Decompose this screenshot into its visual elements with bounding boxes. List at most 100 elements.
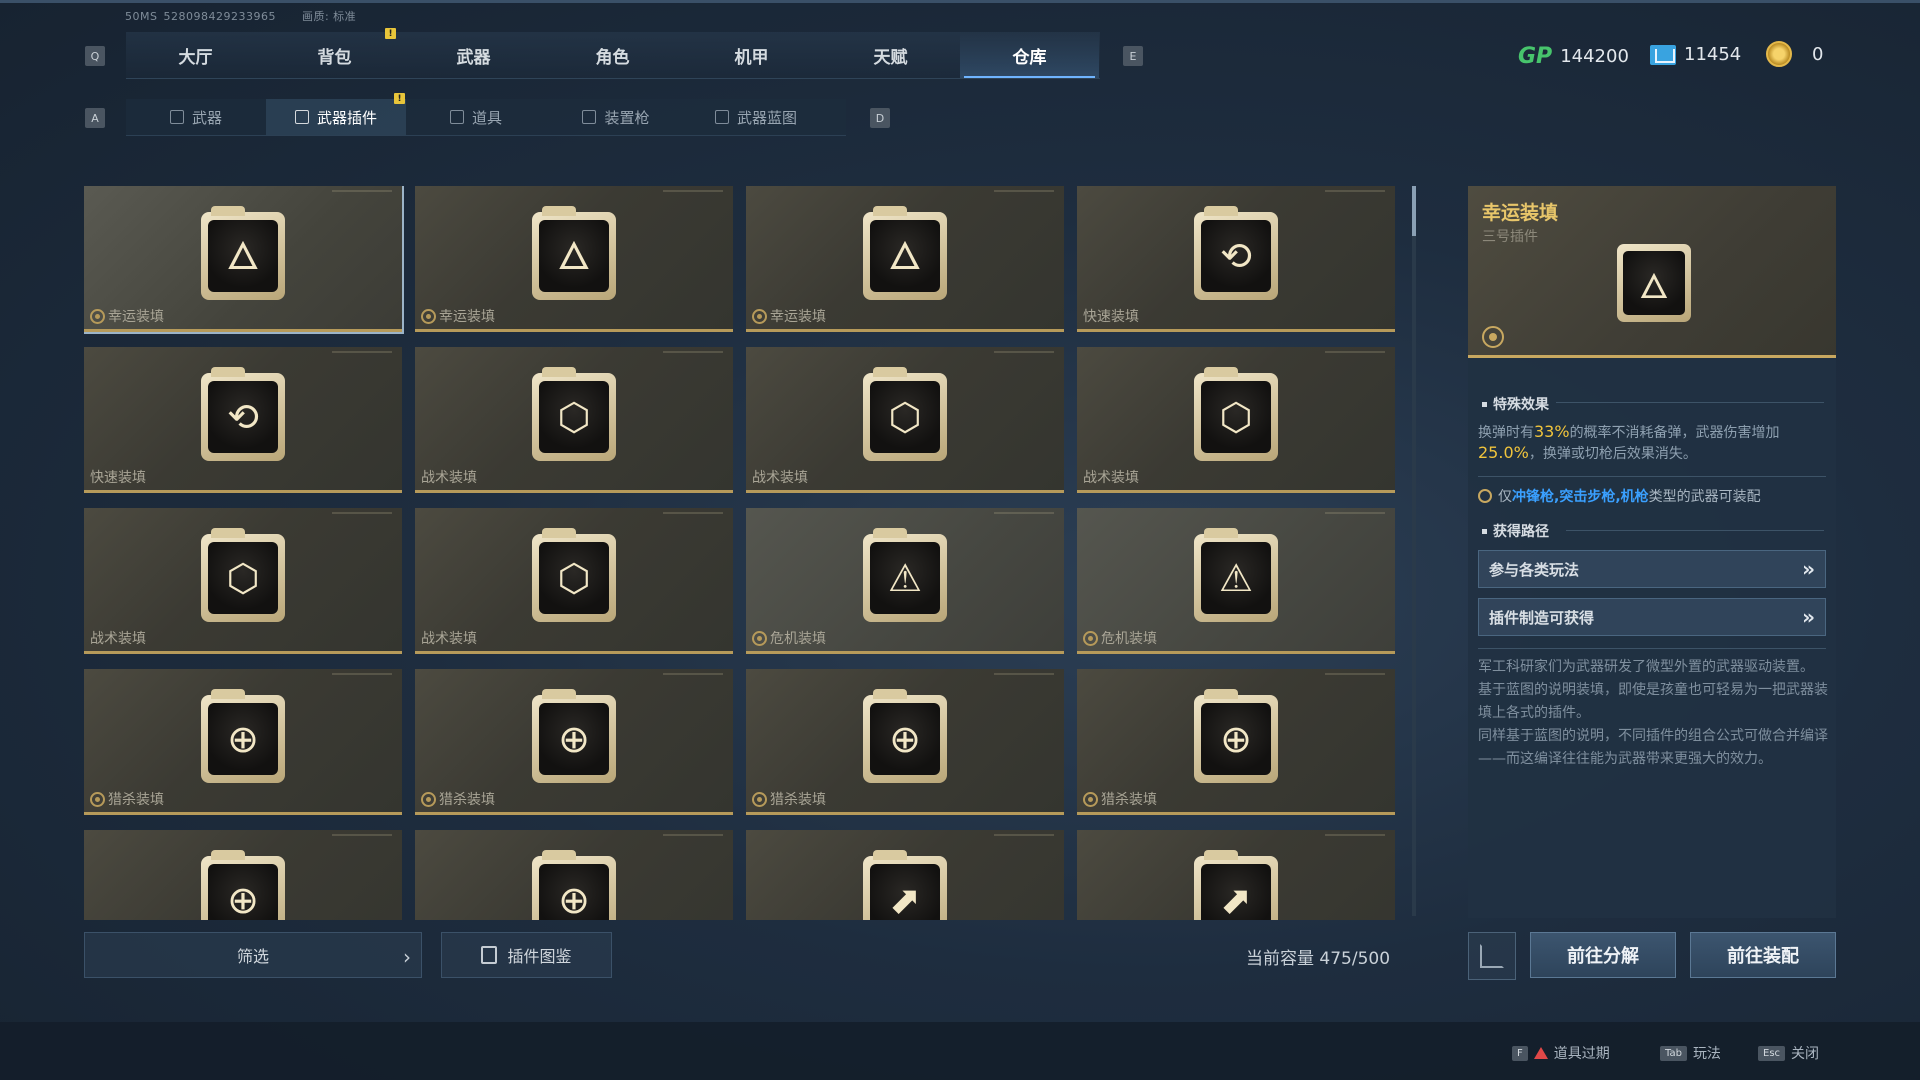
card-stripe: [663, 351, 723, 353]
dismantle-button[interactable]: 前往分解: [1530, 932, 1676, 978]
plugin-card[interactable]: 🜂 幸运装填: [415, 186, 733, 332]
card-stripe: [332, 834, 392, 836]
source-crafting-button[interactable]: 插件制造可获得 »: [1478, 598, 1826, 636]
subtab-label: 武器插件: [316, 108, 377, 127]
plugin-label-row: 战术装填: [421, 628, 477, 648]
plugin-label-row: 猎杀装填: [421, 789, 495, 809]
tab-talents[interactable]: 天赋: [821, 32, 960, 78]
tab-weapons[interactable]: 武器: [404, 32, 543, 78]
card-stripe: [332, 512, 392, 514]
plugin-card[interactable]: ⬡ 战术装填: [84, 508, 402, 654]
effect-text: 的概率不消耗备弹，武器伤害增加: [1569, 425, 1780, 441]
plugin-label: 幸运装填: [770, 309, 826, 325]
hint-expired-items[interactable]: F 道具过期: [1512, 1043, 1610, 1063]
plugin-card[interactable]: ⊕ 猎杀装填: [746, 669, 1064, 815]
key-hint-next-main[interactable]: E: [1123, 46, 1143, 66]
plugin-glyph: ⬡: [539, 542, 609, 614]
gear-icon: [752, 791, 767, 807]
plugin-label-row: 猎杀装填: [90, 789, 164, 809]
gp-icon: GP: [1518, 44, 1553, 69]
plugin-card[interactable]: ⊕: [415, 830, 733, 920]
plugin-label: 幸运装填: [439, 309, 495, 325]
card-stripe: [1325, 351, 1385, 353]
card-stripe: [994, 673, 1054, 675]
card-stripe: [332, 190, 392, 192]
plugin-icon: 🜂: [201, 206, 285, 300]
gear-icon: [752, 630, 767, 646]
subtab-items[interactable]: 道具: [406, 99, 546, 135]
tab-warehouse[interactable]: 仓库: [960, 32, 1099, 78]
lucky-reload-icon: 🜂: [1617, 244, 1691, 322]
sub-tab-bar: 武器 武器插件 道具 装置枪 武器蓝图: [126, 99, 846, 136]
uid-readout: 528098429233965: [163, 10, 276, 23]
system-info: 50MS 528098429233965 画质: 标准: [125, 8, 382, 24]
main-tab-bar: 大厅 背包 武器 角色 机甲 天赋 仓库: [126, 32, 1100, 79]
plugin-icon: ⬈: [1194, 850, 1278, 920]
plugin-label-row: 战术装填: [90, 628, 146, 648]
ping-readout: 50MS: [125, 10, 158, 23]
plugin-card[interactable]: ⬈: [746, 830, 1064, 920]
subtab-label: 装置枪: [604, 108, 650, 127]
plugin-card[interactable]: ⬡ 战术装填: [746, 347, 1064, 493]
plugin-card[interactable]: 🜂 幸运装填: [746, 186, 1064, 332]
gun-icon: [169, 110, 184, 124]
gear-icon: [421, 308, 436, 324]
plugin-codex-button[interactable]: 插件图鉴: [441, 932, 612, 978]
plugin-card[interactable]: ⊕: [84, 830, 402, 920]
effect-section-title: 特殊效果: [1482, 394, 1549, 414]
subtab-blueprints[interactable]: 武器蓝图: [686, 99, 826, 135]
tab-backpack[interactable]: 背包: [265, 32, 404, 78]
plugin-label-row: 战术装填: [752, 467, 808, 487]
restriction-text: 仅: [1498, 489, 1512, 505]
subtab-label: 武器: [191, 108, 222, 127]
detail-name: 幸运装填: [1482, 202, 1559, 224]
plugin-card[interactable]: ⟲ 快速装填: [1077, 186, 1395, 332]
grid-scrollbar[interactable]: [1412, 186, 1416, 916]
plugin-icon: ⊕: [863, 689, 947, 783]
equip-button[interactable]: 前往装配: [1690, 932, 1836, 978]
subtab-weapon-plugins[interactable]: 武器插件: [266, 99, 406, 135]
plugin-card[interactable]: ⬈: [1077, 830, 1395, 920]
plugin-grid: 🜂 幸运装填 🜂 幸运装填 🜂 幸运装填 ⟲ 快速装填 ⟲ 快速装填 ⬡ 战术装填 ⬡ 战术装填 ⬡ 战术装填…: [84, 186, 1396, 920]
tab-lobby[interactable]: 大厅: [126, 32, 265, 78]
plugin-card[interactable]: ⚠ 危机装填: [746, 508, 1064, 654]
plugin-card[interactable]: 🜂 幸运装填: [84, 186, 404, 334]
plugin-label-row: 快速装填: [90, 467, 146, 487]
tab-characters[interactable]: 角色: [543, 32, 682, 78]
plugin-card[interactable]: ⬡ 战术装填: [415, 508, 733, 654]
filter-button[interactable]: 筛选 ›: [84, 932, 422, 978]
scrollbar-thumb[interactable]: [1412, 186, 1416, 236]
key-hint-next-sub[interactable]: D: [870, 108, 890, 128]
coin-currency: 0: [1766, 41, 1823, 67]
plugin-card[interactable]: ⬡ 战术装填: [1077, 347, 1395, 493]
plugin-card[interactable]: ⬡ 战术装填: [415, 347, 733, 493]
plugin-glyph: ⬡: [870, 381, 940, 453]
card-stripe: [994, 512, 1054, 514]
hint-close[interactable]: Esc 关闭: [1758, 1043, 1819, 1063]
share-button[interactable]: [1468, 932, 1516, 980]
source-gameplay-button[interactable]: 参与各类玩法 »: [1478, 550, 1826, 588]
plugin-card[interactable]: ⊕ 猎杀装填: [1077, 669, 1395, 815]
detail-subtitle: 三号插件: [1482, 229, 1538, 245]
source-section-title: 获得路径: [1482, 521, 1549, 541]
gear-icon: [90, 308, 105, 324]
key-hint-prev-sub[interactable]: A: [85, 108, 105, 128]
plugin-card[interactable]: ⊕ 猎杀装填: [415, 669, 733, 815]
plugin-card[interactable]: ⚠ 危机装填: [1077, 508, 1395, 654]
plugin-card[interactable]: ⊕ 猎杀装填: [84, 669, 402, 815]
plugin-card[interactable]: ⟲ 快速装填: [84, 347, 402, 493]
coin-amount: 0: [1812, 43, 1824, 65]
device-gun-icon: [582, 110, 597, 124]
plugin-glyph: ⬡: [539, 381, 609, 453]
key-hint-prev-main[interactable]: Q: [85, 46, 105, 66]
plugin-label: 快速装填: [90, 470, 146, 486]
gear-icon: [752, 308, 767, 324]
hint-gameplay[interactable]: Tab 玩法: [1660, 1043, 1721, 1063]
plugin-label-row: 危机装填: [752, 628, 826, 648]
subtab-device-guns[interactable]: 装置枪: [546, 99, 686, 135]
key-cap: Esc: [1758, 1045, 1786, 1061]
plugin-glyph: ⊕: [539, 864, 609, 920]
subtab-weapons[interactable]: 武器: [126, 99, 266, 135]
tab-mecha[interactable]: 机甲: [682, 32, 821, 78]
divider: [1478, 648, 1826, 649]
